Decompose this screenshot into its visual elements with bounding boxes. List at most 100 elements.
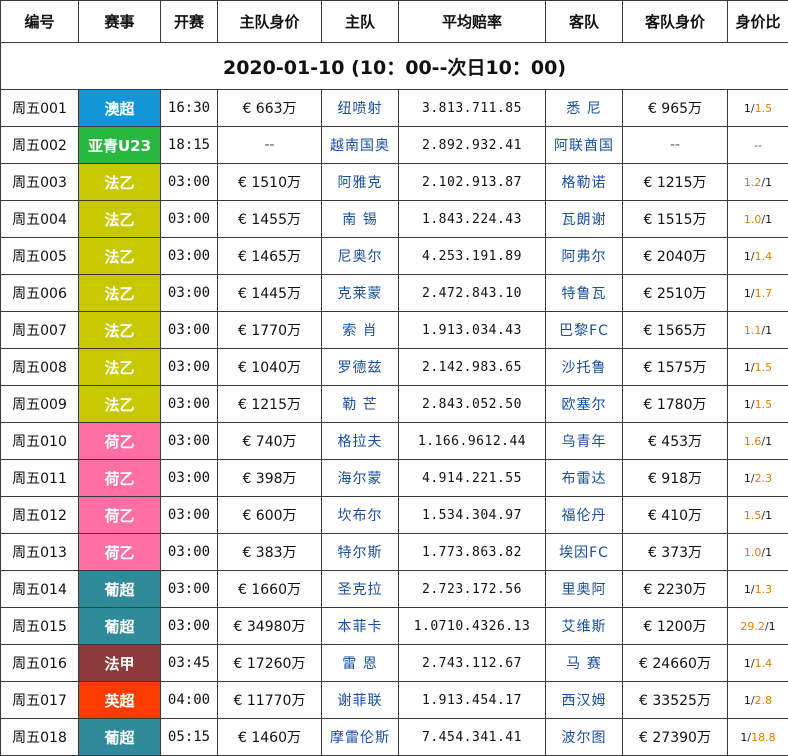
table-row[interactable]: 周五014葡超03:00€ 1660万圣克拉2.723.172.56里奥阿€ 2…: [1, 571, 788, 608]
home-team-link[interactable]: 海尔蒙: [322, 460, 399, 497]
ratio-left: 1.0: [744, 546, 762, 559]
ratio-left: 1: [744, 694, 751, 707]
league-badge[interactable]: 法乙: [79, 164, 161, 201]
league-badge[interactable]: 法乙: [79, 201, 161, 238]
away-team-link[interactable]: 欧塞尔: [546, 386, 623, 423]
away-team-link[interactable]: 阿联酋国: [546, 127, 623, 164]
table-row[interactable]: 周五003法乙03:00€ 1510万阿雅克2.102.913.87格勒诺€ 1…: [1, 164, 788, 201]
away-team-link[interactable]: 特鲁瓦: [546, 275, 623, 312]
away-team-link[interactable]: 沙托鲁: [546, 349, 623, 386]
header-home: 主队: [322, 1, 399, 43]
table-row[interactable]: 周五012荷乙03:00€ 600万坎布尔1.534.304.97福伦丹€ 41…: [1, 497, 788, 534]
league-badge[interactable]: 法乙: [79, 349, 161, 386]
away-team-link[interactable]: 西汉姆: [546, 682, 623, 719]
table-row[interactable]: 周五009法乙03:00€ 1215万勒 芒2.843.052.50欧塞尔€ 1…: [1, 386, 788, 423]
away-team-link[interactable]: 艾维斯: [546, 608, 623, 645]
home-team-link[interactable]: 罗德兹: [322, 349, 399, 386]
home-team-link[interactable]: 克莱蒙: [322, 275, 399, 312]
home-value: € 34980万: [218, 608, 322, 645]
home-value: € 740万: [218, 423, 322, 460]
table-row[interactable]: 周五002亚青U2318:15--越南国奥2.892.932.41阿联酋国---…: [1, 127, 788, 164]
league-badge[interactable]: 荷乙: [79, 534, 161, 571]
away-team-link[interactable]: 阿弗尔: [546, 238, 623, 275]
table-row[interactable]: 周五005法乙03:00€ 1465万尼奥尔4.253.191.89阿弗尔€ 2…: [1, 238, 788, 275]
average-odds: 2.142.983.65: [399, 349, 546, 386]
table-row[interactable]: 周五006法乙03:00€ 1445万克莱蒙2.472.843.10特鲁瓦€ 2…: [1, 275, 788, 312]
table-row[interactable]: 周五007法乙03:00€ 1770万索 肖1.913.034.43巴黎FC€ …: [1, 312, 788, 349]
league-badge[interactable]: 法甲: [79, 645, 161, 682]
league-badge[interactable]: 英超: [79, 682, 161, 719]
home-team-link[interactable]: 南 锡: [322, 201, 399, 238]
league-badge[interactable]: 澳超: [79, 90, 161, 127]
home-team-link[interactable]: 本菲卡: [322, 608, 399, 645]
away-team-link[interactable]: 马 赛: [546, 645, 623, 682]
away-team-link[interactable]: 福伦丹: [546, 497, 623, 534]
away-value: € 1215万: [623, 164, 728, 201]
home-value: € 383万: [218, 534, 322, 571]
average-odds: 2.743.112.67: [399, 645, 546, 682]
away-team-link[interactable]: 埃因FC: [546, 534, 623, 571]
ratio-right: 1: [765, 435, 772, 448]
value-ratio: 1/2.3: [728, 460, 788, 497]
away-value: € 1565万: [623, 312, 728, 349]
table-row[interactable]: 周五010荷乙03:00€ 740万格拉夫1.166.9612.44乌青年€ 4…: [1, 423, 788, 460]
league-badge[interactable]: 葡超: [79, 719, 161, 756]
home-team-link[interactable]: 坎布尔: [322, 497, 399, 534]
away-value: € 2230万: [623, 571, 728, 608]
away-value: € 1780万: [623, 386, 728, 423]
home-team-link[interactable]: 阿雅克: [322, 164, 399, 201]
kickoff-time: 03:00: [161, 238, 218, 275]
away-team-link[interactable]: 悉 尼: [546, 90, 623, 127]
home-team-link[interactable]: 特尔斯: [322, 534, 399, 571]
home-team-link[interactable]: 越南国奥: [322, 127, 399, 164]
table-row[interactable]: 周五008法乙03:00€ 1040万罗德兹2.142.983.65沙托鲁€ 1…: [1, 349, 788, 386]
home-team-link[interactable]: 格拉夫: [322, 423, 399, 460]
league-badge[interactable]: 法乙: [79, 386, 161, 423]
table-row[interactable]: 周五016法甲03:45€ 17260万雷 恩2.743.112.67马 赛€ …: [1, 645, 788, 682]
home-team-link[interactable]: 尼奥尔: [322, 238, 399, 275]
table-row[interactable]: 周五017英超04:00€ 11770万谢菲联1.913.454.17西汉姆€ …: [1, 682, 788, 719]
away-team-link[interactable]: 乌青年: [546, 423, 623, 460]
home-team-link[interactable]: 摩雷伦斯: [322, 719, 399, 756]
away-team-link[interactable]: 格勒诺: [546, 164, 623, 201]
kickoff-time: 05:15: [161, 719, 218, 756]
league-badge[interactable]: 荷乙: [79, 497, 161, 534]
league-badge[interactable]: 荷乙: [79, 423, 161, 460]
league-badge[interactable]: 葡超: [79, 571, 161, 608]
away-team-link[interactable]: 巴黎FC: [546, 312, 623, 349]
league-badge[interactable]: 法乙: [79, 275, 161, 312]
value-ratio: --: [728, 127, 788, 164]
home-team-link[interactable]: 勒 芒: [322, 386, 399, 423]
away-team-link[interactable]: 布雷达: [546, 460, 623, 497]
home-team-link[interactable]: 雷 恩: [322, 645, 399, 682]
league-badge[interactable]: 法乙: [79, 312, 161, 349]
match-code: 周五008: [1, 349, 79, 386]
away-team-link[interactable]: 里奥阿: [546, 571, 623, 608]
home-team-link[interactable]: 索 肖: [322, 312, 399, 349]
league-badge[interactable]: 亚青U23: [79, 127, 161, 164]
value-ratio: 1.6/1: [728, 423, 788, 460]
home-team-link[interactable]: 圣克拉: [322, 571, 399, 608]
home-team-link[interactable]: 纽喷射: [322, 90, 399, 127]
away-team-link[interactable]: 瓦朗谢: [546, 201, 623, 238]
table-row[interactable]: 周五011荷乙03:00€ 398万海尔蒙4.914.221.55布雷达€ 91…: [1, 460, 788, 497]
league-badge[interactable]: 荷乙: [79, 460, 161, 497]
table-row[interactable]: 周五018葡超05:15€ 1460万摩雷伦斯7.454.341.41波尔图€ …: [1, 719, 788, 756]
table-row[interactable]: 周五013荷乙03:00€ 383万特尔斯1.773.863.82埃因FC€ 3…: [1, 534, 788, 571]
kickoff-time: 03:00: [161, 386, 218, 423]
home-value: € 1460万: [218, 719, 322, 756]
ratio-left: 1.2: [744, 176, 762, 189]
average-odds: 4.253.191.89: [399, 238, 546, 275]
table-row[interactable]: 周五015葡超03:00€ 34980万本菲卡1.0710.4326.13艾维斯…: [1, 608, 788, 645]
league-badge[interactable]: 法乙: [79, 238, 161, 275]
ratio-left: 1: [744, 657, 751, 670]
ratio-right: 1.5: [755, 361, 773, 374]
home-team-link[interactable]: 谢菲联: [322, 682, 399, 719]
average-odds: 1.843.224.43: [399, 201, 546, 238]
table-row[interactable]: 周五004法乙03:00€ 1455万南 锡1.843.224.43瓦朗谢€ 1…: [1, 201, 788, 238]
table-row[interactable]: 周五001澳超16:30€ 663万纽喷射3.813.711.85悉 尼€ 96…: [1, 90, 788, 127]
away-team-link[interactable]: 波尔图: [546, 719, 623, 756]
league-badge[interactable]: 葡超: [79, 608, 161, 645]
home-value: € 1215万: [218, 386, 322, 423]
match-code: 周五013: [1, 534, 79, 571]
